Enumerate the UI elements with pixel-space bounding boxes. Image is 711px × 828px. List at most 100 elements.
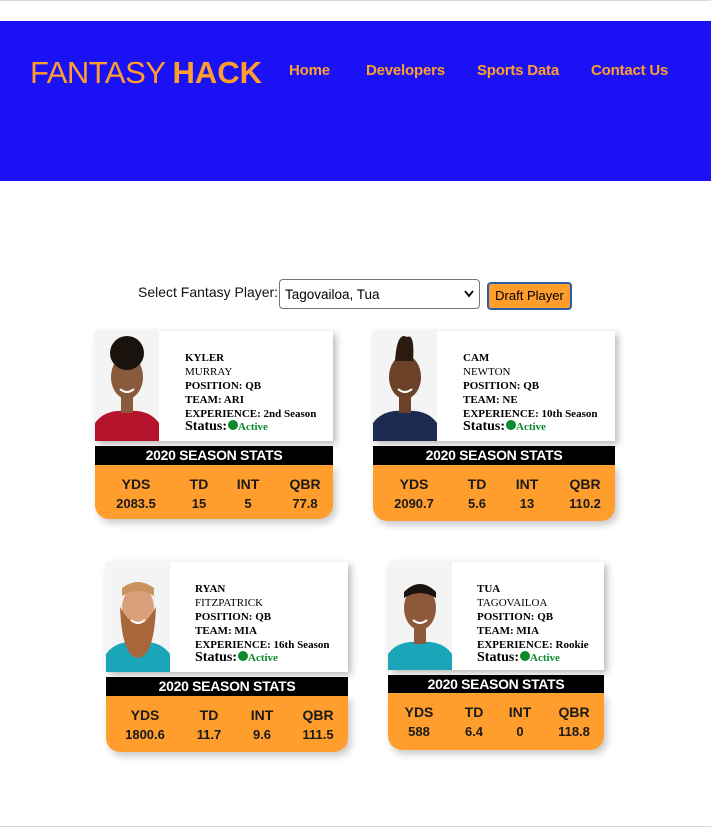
stat-value-td: 15	[191, 496, 207, 511]
player-position: POSITION: QB	[477, 611, 554, 623]
stat-value-td: 5.6	[467, 496, 487, 511]
status-label: Status:	[195, 650, 238, 665]
season-stats-band: 2020 SEASON STATS	[95, 446, 333, 465]
player-first-name: KYLER	[185, 352, 225, 364]
player-position: POSITION: QB	[195, 611, 272, 623]
stat-header-qbr: QBR	[302, 707, 334, 723]
player-photo	[106, 562, 170, 672]
stat-header-int: INT	[250, 707, 274, 723]
top-border-line	[0, 0, 711, 1]
stat-value-td: 6.4	[464, 724, 484, 739]
player-info-panel: CAM NEWTON POSITION: QB TEAM: NE EXPERIENCE:…	[373, 331, 615, 441]
stat-value-td: 11.7	[196, 727, 222, 742]
stat-header-int: INT	[515, 476, 539, 492]
draft-player-button[interactable]: Draft Player	[487, 282, 572, 310]
stat-header-int: INT	[236, 476, 260, 492]
season-stats-panel: YDS 1800.6 TD 11.7 INT 9.6 QBR 111.5	[106, 696, 348, 752]
player-info-panel: TUA TAGOVAILOA POSITION: QB TEAM: MIA EXPERI…	[388, 562, 604, 670]
player-photo-illustration	[373, 331, 437, 441]
season-stats-band: 2020 SEASON STATS	[388, 675, 604, 694]
status-value: Active	[530, 652, 560, 664]
stat-value-qbr: 111.5	[302, 727, 334, 742]
bottom-border-line	[0, 826, 711, 827]
player-last-name: MURRAY	[185, 366, 233, 378]
stat-header-td: TD	[199, 707, 219, 723]
season-stats-panel: YDS 2090.7 TD 5.6 INT 13 QBR 110.2	[373, 465, 615, 521]
player-position: POSITION: QB	[185, 380, 262, 392]
player-photo-illustration	[106, 562, 170, 672]
player-team: TEAM: ARI	[185, 394, 244, 406]
stat-value-int: 13	[519, 496, 535, 511]
player-select-value: Tagovailoa, Tua	[285, 287, 380, 302]
player-select-label: Select Fantasy Player:	[138, 284, 279, 300]
player-status-row: Status: Active	[463, 420, 597, 434]
status-label: Status:	[185, 419, 228, 434]
stat-header-td: TD	[464, 704, 484, 720]
site-logo[interactable]: FANTASY HACK	[30, 57, 262, 88]
season-stats-band: 2020 SEASON STATS	[106, 677, 348, 696]
status-active-dot-icon	[238, 651, 249, 661]
status-active-dot-icon	[506, 420, 517, 430]
nav-link-contact-us[interactable]: Contact Us	[591, 62, 668, 79]
stat-header-qbr: QBR	[569, 476, 601, 492]
season-stats-panel: YDS 2083.5 TD 15 INT 5 QBR 77.8	[95, 465, 333, 519]
site-header: FANTASY HACK Home Developers Sports Data …	[0, 21, 711, 181]
player-position: POSITION: QB	[463, 380, 540, 392]
player-photo	[95, 331, 159, 441]
player-select-dropdown[interactable]: Tagovailoa, Tua	[279, 279, 480, 309]
stat-header-yds: YDS	[130, 707, 160, 723]
player-photo-illustration	[95, 331, 159, 441]
stat-value-yds: 2083.5	[116, 496, 156, 511]
stat-value-qbr: 110.2	[569, 496, 601, 511]
player-team: TEAM: MIA	[477, 625, 540, 637]
status-value: Active	[248, 652, 278, 664]
nav-link-developers[interactable]: Developers	[366, 62, 445, 79]
player-details: RYAN FITZPATRICK POSITION: QB TEAM: MIA EXPE…	[195, 582, 329, 665]
stat-value-int: 0	[516, 724, 524, 739]
status-active-dot-icon	[228, 420, 239, 430]
player-info-panel: RYAN FITZPATRICK POSITION: QB TEAM: MIA EXPE…	[106, 562, 348, 672]
stat-header-yds: YDS	[399, 476, 429, 492]
player-first-name: TUA	[477, 583, 501, 595]
player-status-row: Status: Active	[195, 651, 329, 665]
stat-header-int: INT	[508, 704, 532, 720]
nav-link-sports-data[interactable]: Sports Data	[477, 62, 559, 79]
player-first-name: CAM	[463, 352, 490, 364]
player-last-name: FITZPATRICK	[195, 597, 264, 609]
status-value: Active	[516, 421, 546, 433]
player-photo-illustration	[388, 562, 452, 670]
stat-header-yds: YDS	[121, 476, 151, 492]
status-label: Status:	[477, 650, 520, 665]
status-label: Status:	[463, 419, 506, 434]
player-status-row: Status: Active	[185, 420, 316, 434]
player-team: TEAM: NE	[463, 394, 518, 406]
stat-header-td: TD	[467, 476, 487, 492]
logo-text-fantasy: FANTASY	[30, 55, 166, 90]
stat-header-qbr: QBR	[558, 704, 590, 720]
player-info-panel: KYLER MURRAY POSITION: QB TEAM: ARI EXPERIEN…	[95, 331, 333, 441]
player-team: TEAM: MIA	[195, 625, 258, 637]
player-photo	[388, 562, 452, 670]
player-details: KYLER MURRAY POSITION: QB TEAM: ARI EXPERIEN…	[185, 351, 316, 434]
player-status-row: Status: Active	[477, 651, 589, 665]
player-details: TUA TAGOVAILOA POSITION: QB TEAM: MIA EXPERI…	[477, 582, 589, 665]
chevron-down-icon	[464, 290, 474, 298]
stat-value-yds: 1800.6	[125, 727, 165, 742]
stat-value-yds: 2090.7	[394, 496, 434, 511]
stat-value-qbr: 77.8	[292, 496, 318, 511]
status-active-dot-icon	[520, 651, 531, 661]
stat-header-yds: YDS	[404, 704, 434, 720]
season-stats-panel: YDS 588 TD 6.4 INT 0 QBR 118.8	[388, 693, 604, 750]
logo-text-hack: HACK	[172, 55, 263, 90]
player-last-name: TAGOVAILOA	[477, 597, 548, 609]
stat-value-yds: 588	[408, 724, 430, 739]
player-details: CAM NEWTON POSITION: QB TEAM: NE EXPERIENCE:…	[463, 351, 597, 434]
season-stats-band: 2020 SEASON STATS	[373, 446, 615, 465]
stat-value-int: 9.6	[252, 727, 272, 742]
stat-value-qbr: 118.8	[558, 724, 590, 739]
status-value: Active	[238, 421, 268, 433]
player-last-name: NEWTON	[463, 366, 511, 378]
stat-value-int: 5	[244, 496, 252, 511]
nav-link-home[interactable]: Home	[289, 62, 330, 79]
stat-header-qbr: QBR	[289, 476, 321, 492]
